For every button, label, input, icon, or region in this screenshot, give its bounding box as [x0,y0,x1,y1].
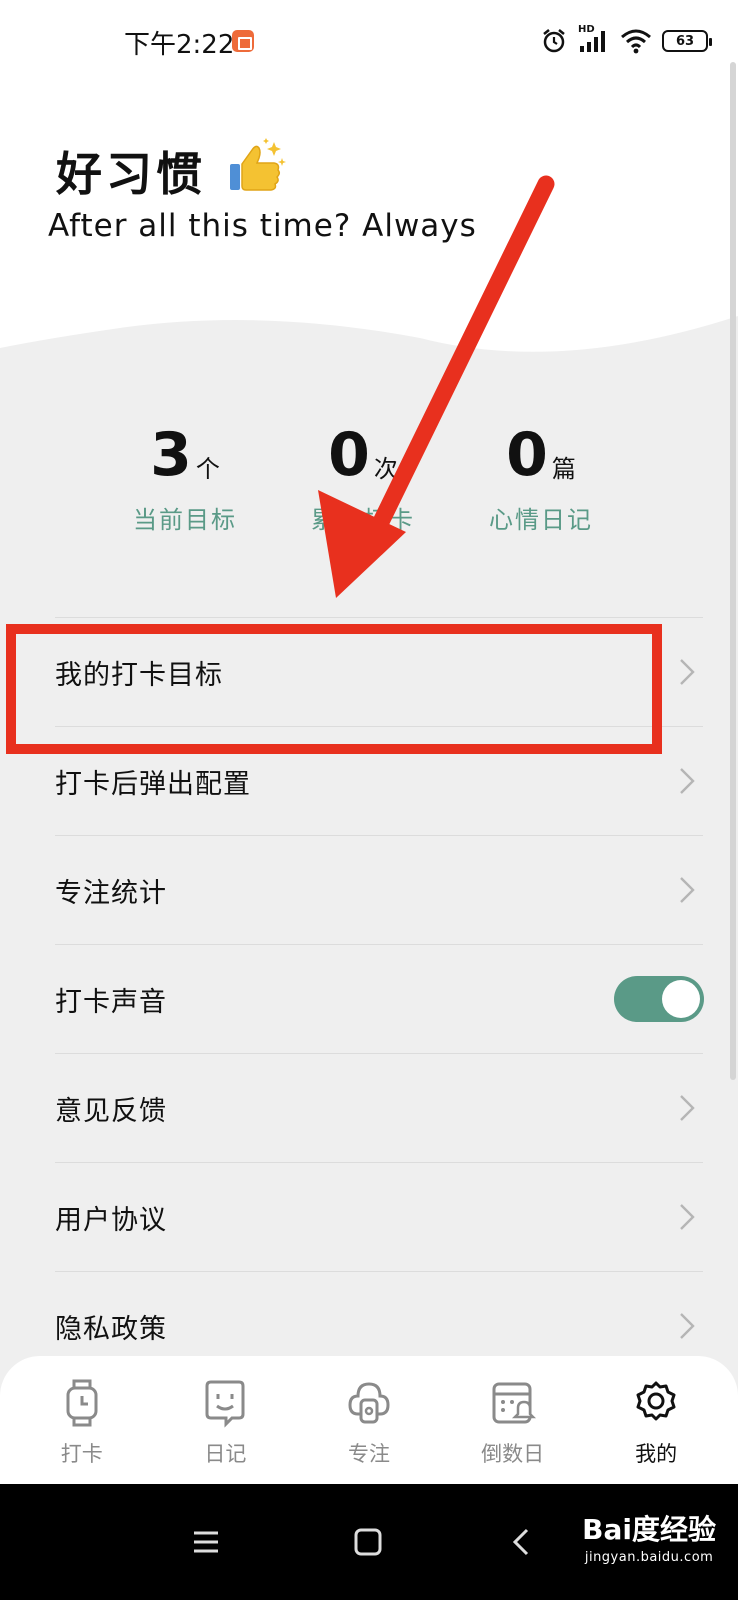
menu-icon [194,1531,218,1553]
chevron-right-icon [680,659,695,685]
cellular-signal-icon: HD [578,24,610,54]
wifi-icon [620,28,652,54]
stat-total-checkins[interactable]: 0 次 累计打卡 [278,418,448,535]
thumbs-up-icon [226,136,288,198]
watch-icon [66,1379,98,1427]
scrollbar[interactable] [730,62,736,1080]
bottom-tab-bar: 打卡 日记 专注 倒数日 我的 [0,1356,738,1484]
settings-item-label: 隐私政策 [55,1313,167,1345]
tab-mine[interactable]: 我的 [596,1356,716,1484]
stat-current-goals[interactable]: 3 个 当前目标 [100,418,270,535]
alarm-clock-icon [540,27,568,55]
stat-value: 0 [328,420,370,490]
status-bar: 下午2:22 HD 63 [0,0,738,84]
focus-timer-icon [348,1382,390,1424]
gear-icon [636,1381,676,1421]
slogan: After all this time? Always [48,208,477,244]
tab-diary[interactable]: 日记 [165,1356,285,1484]
tab-label: 打卡 [60,1442,103,1466]
system-nav-bar: Bai度经验 jingyan.baidu.com [0,1484,738,1600]
back-chevron-icon [512,1528,529,1556]
stat-unit: 篇 [551,455,576,483]
baidu-jingyan-watermark: Bai度经验 jingyan.baidu.com [582,1508,716,1565]
settings-item-label: 专注统计 [55,877,167,909]
settings-item-focus-stats[interactable]: 专注统计 [55,835,703,944]
countdown-calendar-icon [492,1382,536,1424]
checkin-sound-toggle[interactable] [614,976,704,1022]
stat-label: 心情日记 [489,506,593,534]
settings-item-user-agreement[interactable]: 用户协议 [55,1162,703,1271]
annotation-highlight-box [6,624,662,754]
settings-item-label: 打卡后弹出配置 [55,768,251,800]
battery-level: 63 [675,33,695,49]
toggle-knob [662,980,700,1018]
settings-item-label: 意见反馈 [55,1095,167,1127]
tab-checkin[interactable]: 打卡 [22,1356,142,1484]
tab-label: 日记 [204,1442,247,1466]
settings-item-feedback[interactable]: 意见反馈 [55,1053,703,1162]
stat-value: 0 [506,420,548,490]
network-type-label: HD [578,24,595,35]
watermark-url: jingyan.baidu.com [584,1550,714,1565]
stat-label: 当前目标 [133,506,237,534]
menu-button[interactable] [186,1484,226,1600]
settings-item-label: 用户协议 [55,1204,167,1236]
home-square-icon [354,1528,382,1556]
notification-app-icon [232,30,254,52]
diary-face-icon [205,1380,245,1428]
status-icons: HD 63 [540,24,712,58]
chevron-right-icon [680,877,695,903]
chevron-right-icon [680,1313,695,1339]
stat-value: 3 [150,420,192,490]
battery-icon: 63 [662,30,712,52]
settings-item-checkin-sound: 打卡声音 [55,944,704,1053]
stat-unit: 次 [373,455,398,483]
status-time: 下午2:22 [124,30,235,60]
settings-item-label: 打卡声音 [55,986,167,1018]
stat-unit: 个 [195,455,220,483]
chevron-right-icon [680,1204,695,1230]
stat-label: 累计打卡 [311,506,415,534]
back-button[interactable] [506,1484,536,1600]
tab-label: 专注 [347,1442,390,1466]
tab-label: 我的 [635,1442,678,1466]
tab-focus[interactable]: 专注 [309,1356,429,1484]
chevron-right-icon [680,768,695,794]
home-button[interactable] [348,1484,388,1600]
app-title: 好习惯 [56,147,206,201]
chevron-right-icon [680,1095,695,1121]
tab-countdown[interactable]: 倒数日 [453,1356,573,1484]
tab-label: 倒数日 [481,1442,545,1466]
watermark-brand: Bai度经验 [582,1513,716,1546]
stat-mood-diaries[interactable]: 0 篇 心情日记 [456,418,626,535]
